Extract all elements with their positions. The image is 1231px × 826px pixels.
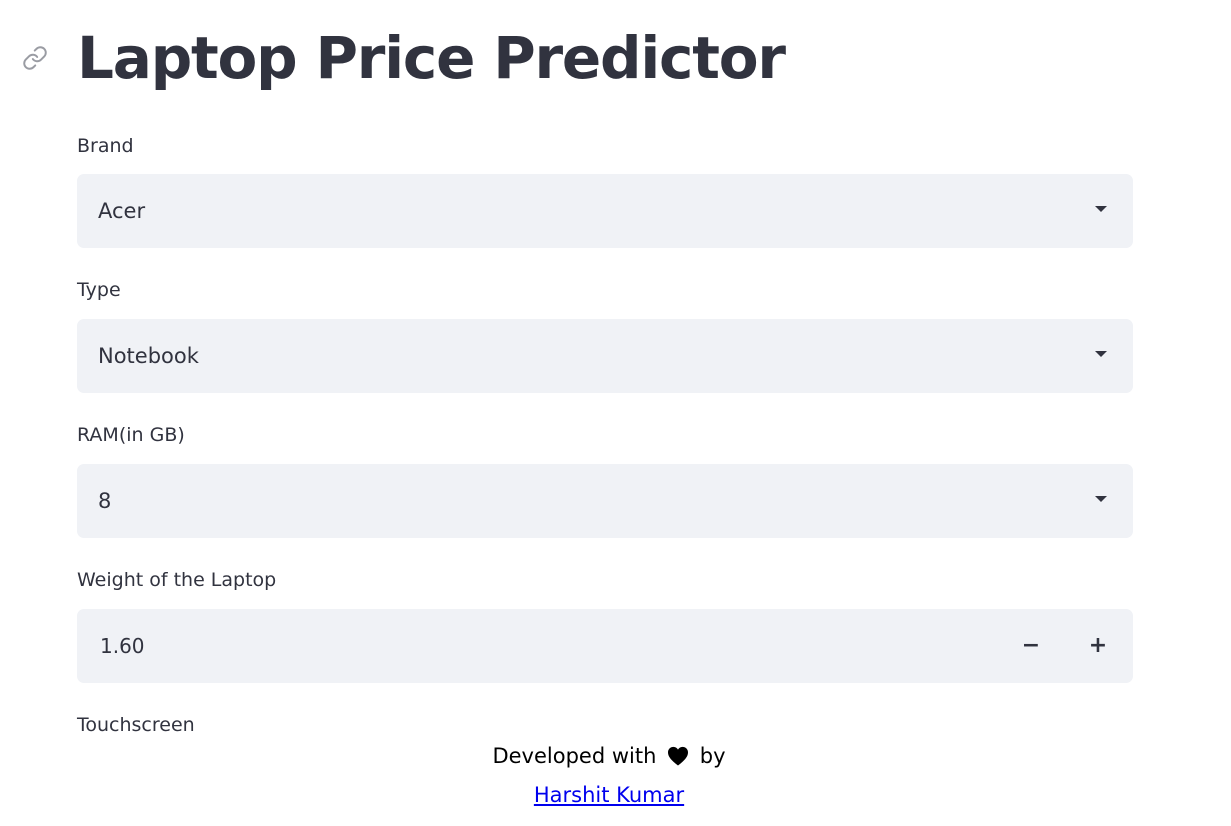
footer-author: Harshit Kumar xyxy=(0,780,1218,810)
ram-select-value: 8 xyxy=(98,489,112,513)
page-title: Laptop Price Predictor xyxy=(77,24,786,92)
brand-select-value: Acer xyxy=(98,199,146,223)
weight-number-field: − + xyxy=(77,609,1133,683)
decrement-button[interactable]: − xyxy=(998,609,1064,683)
increment-button[interactable]: + xyxy=(1065,609,1131,683)
ram-label: RAM(in GB) xyxy=(77,424,185,446)
link-icon[interactable] xyxy=(20,43,50,73)
brand-select[interactable]: Acer xyxy=(77,174,1133,248)
footer-credit: Developed with by xyxy=(0,741,1218,774)
weight-label: Weight of the Laptop xyxy=(77,569,277,591)
app-page: Laptop Price Predictor Brand Acer Type N… xyxy=(0,0,1231,826)
heart-icon xyxy=(667,744,689,774)
chevron-down-icon xyxy=(1095,351,1107,357)
chevron-down-icon xyxy=(1095,496,1107,502)
footer-text-after: by xyxy=(699,744,726,768)
chevron-down-icon xyxy=(1095,206,1107,212)
author-link[interactable]: Harshit Kumar xyxy=(534,783,684,807)
type-select[interactable]: Notebook xyxy=(77,319,1133,393)
ram-select[interactable]: 8 xyxy=(77,464,1133,538)
type-select-value: Notebook xyxy=(98,344,199,368)
weight-input[interactable] xyxy=(77,609,977,683)
type-label: Type xyxy=(77,279,121,301)
footer-text-before: Developed with xyxy=(492,744,657,768)
brand-label: Brand xyxy=(77,135,134,157)
touchscreen-label: Touchscreen xyxy=(77,714,195,736)
